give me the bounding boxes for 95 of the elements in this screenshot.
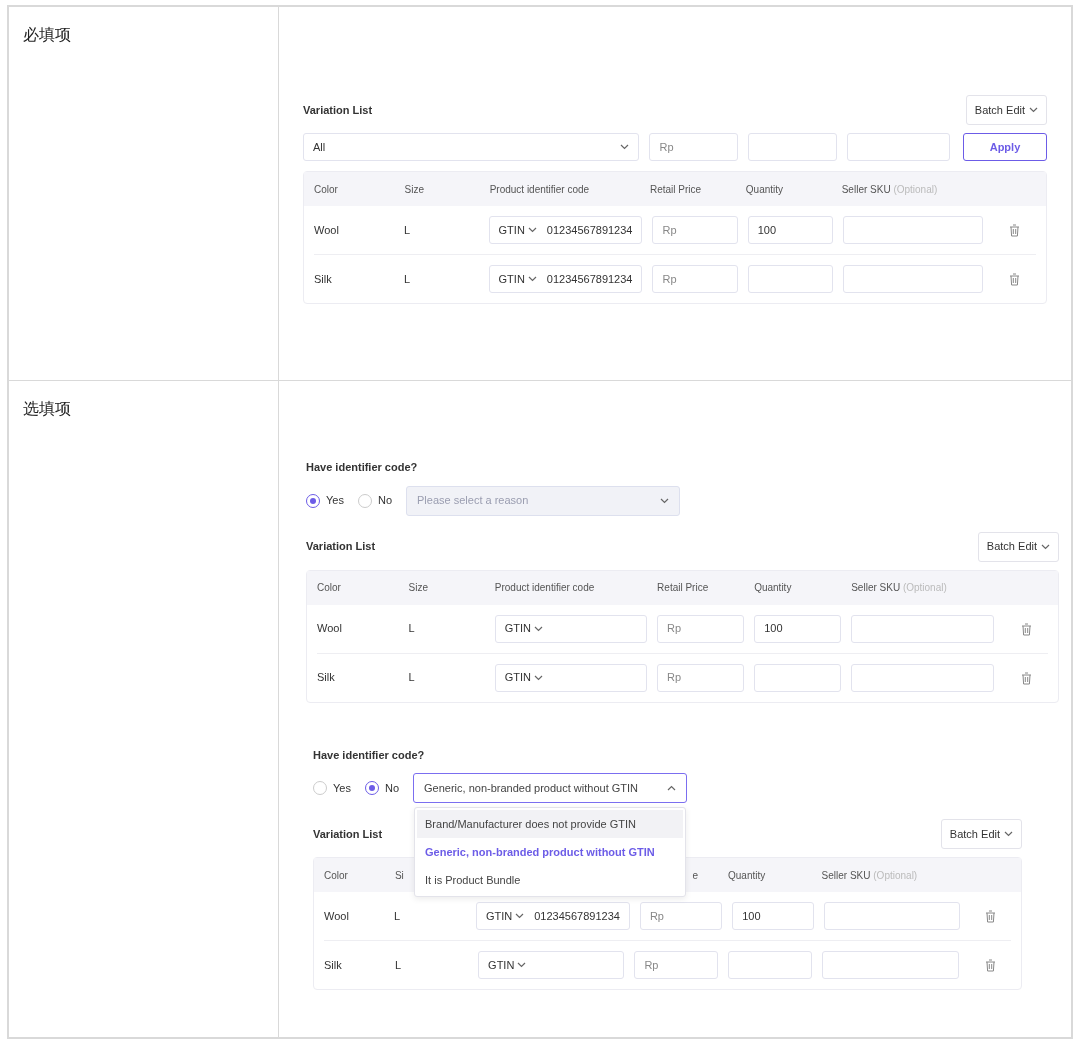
quantity-field[interactable] [748, 133, 838, 161]
sku-field[interactable] [847, 133, 950, 161]
caret-icon [517, 962, 527, 968]
column-header: Seller SKU (Optional) [851, 582, 947, 593]
caret-icon [534, 674, 544, 681]
table-cell: L [394, 909, 401, 922]
trash-icon[interactable] [1009, 273, 1021, 287]
column-header: Color [317, 582, 341, 593]
price-field[interactable]: Rp [657, 663, 745, 692]
radio-button[interactable] [364, 781, 379, 795]
price-field[interactable]: Rp [657, 614, 745, 643]
table-cell: L [394, 958, 402, 971]
table-cell: Wool [324, 909, 349, 922]
trash-icon[interactable] [1020, 671, 1032, 685]
caret-icon [620, 144, 630, 150]
table-cell: Silk [317, 671, 335, 684]
table-cell: L [408, 671, 415, 684]
sku-field[interactable] [843, 265, 984, 293]
quantity-field[interactable]: 100 [732, 902, 815, 930]
caret-up-icon [667, 785, 676, 791]
price-field[interactable]: Rp [649, 133, 739, 161]
table-cell: Silk [314, 272, 332, 285]
batch-edit-button[interactable]: Batch Edit [965, 95, 1047, 125]
row-label: 选填项 [23, 399, 71, 418]
caret-icon [1041, 543, 1050, 550]
caret-icon [1004, 831, 1013, 837]
sku-field[interactable] [824, 902, 960, 930]
price-field[interactable]: Rp [634, 951, 718, 979]
identifier-field[interactable]: GTIN 01234567891234 [488, 216, 643, 244]
filter-select[interactable]: All [303, 133, 640, 161]
column-header: Seller SKU (Optional) [841, 183, 938, 195]
column-header: Quantity [754, 582, 792, 593]
trash-icon[interactable] [1009, 224, 1021, 238]
sku-field[interactable] [843, 216, 984, 244]
sku-field[interactable] [821, 951, 960, 979]
quantity-field[interactable] [747, 265, 833, 293]
radio-label: Yes [326, 493, 344, 509]
radio-label: No [377, 493, 392, 509]
menu-option[interactable]: It is Product Bundle [417, 866, 683, 894]
identifier-field[interactable]: GTIN [494, 663, 648, 692]
column-header: Size [404, 183, 424, 195]
menu-option[interactable]: Brand/Manufacturer does not provide GTIN [417, 810, 683, 838]
column-header: Quantity [728, 869, 766, 881]
radio-button[interactable] [306, 493, 320, 508]
row-label: 必填项 [23, 25, 71, 44]
quantity-field[interactable] [754, 663, 842, 692]
identifier-field[interactable]: GTIN [494, 614, 648, 643]
sku-field[interactable] [851, 614, 995, 643]
caret-icon [660, 497, 669, 504]
menu-option[interactable]: Generic, non-branded product without GTIN [417, 838, 683, 866]
question-label: Have identifier code? [313, 747, 426, 763]
table-cell: Silk [324, 958, 342, 971]
price-field[interactable]: Rp [652, 265, 738, 293]
identifier-field[interactable]: GTIN 01234567891234 [488, 265, 643, 293]
trash-icon[interactable] [1020, 622, 1032, 636]
price-field[interactable]: Rp [652, 216, 738, 244]
trash-icon[interactable] [984, 959, 996, 973]
caret-icon [527, 276, 537, 282]
trash-icon[interactable] [984, 910, 996, 924]
table-cell: Wool [314, 223, 339, 236]
quantity-field[interactable]: 100 [747, 216, 833, 244]
column-header: Color [324, 869, 348, 881]
column-header: Product identifier code [489, 183, 590, 195]
identifier-field[interactable]: GTIN [478, 951, 625, 979]
apply-button[interactable]: Apply [963, 133, 1047, 161]
column-header: Quantity [745, 183, 784, 195]
caret-icon [1029, 107, 1038, 113]
caret-icon [534, 625, 544, 632]
batch-edit-button[interactable]: Batch Edit [977, 531, 1059, 562]
question-label: Have identifier code? [306, 460, 419, 475]
column-header: Product identifier code [494, 582, 595, 593]
column-header: Size [408, 582, 429, 593]
column-header: Color [314, 183, 338, 195]
caret-icon [527, 227, 537, 233]
radio-label: Yes [333, 780, 351, 796]
table-cell: Wool [317, 622, 342, 635]
table-cell: L [403, 272, 411, 285]
column-header: Retail Price [649, 183, 702, 195]
sku-field[interactable] [851, 663, 995, 692]
column-header: e [692, 869, 698, 881]
column-header: Si [394, 869, 404, 881]
section-title: Variation List [303, 102, 373, 118]
quantity-field[interactable]: 100 [754, 614, 842, 643]
quantity-field[interactable] [728, 951, 812, 979]
section-title: Variation List [313, 826, 383, 842]
caret-icon [515, 913, 525, 919]
column-header: Seller SKU (Optional) [821, 869, 918, 881]
column-header: Retail Price [657, 582, 709, 593]
price-field[interactable]: Rp [639, 902, 723, 930]
table-cell: L [403, 223, 411, 236]
radio-label: No [384, 780, 399, 796]
table-cell: L [408, 622, 415, 635]
identifier-field[interactable]: GTIN 01234567891234 [475, 902, 630, 930]
section-title: Variation List [306, 539, 376, 555]
batch-edit-button[interactable]: Batch Edit [940, 819, 1022, 849]
